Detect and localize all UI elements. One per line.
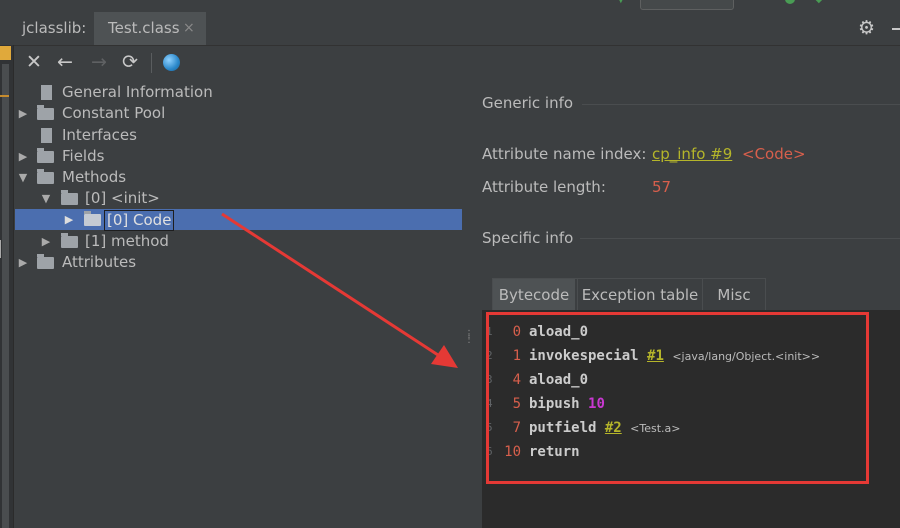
- annotation-arrow-head: [431, 345, 458, 368]
- annotation-arrow-shaft: [221, 212, 439, 357]
- annotation-arrow: [221, 212, 458, 368]
